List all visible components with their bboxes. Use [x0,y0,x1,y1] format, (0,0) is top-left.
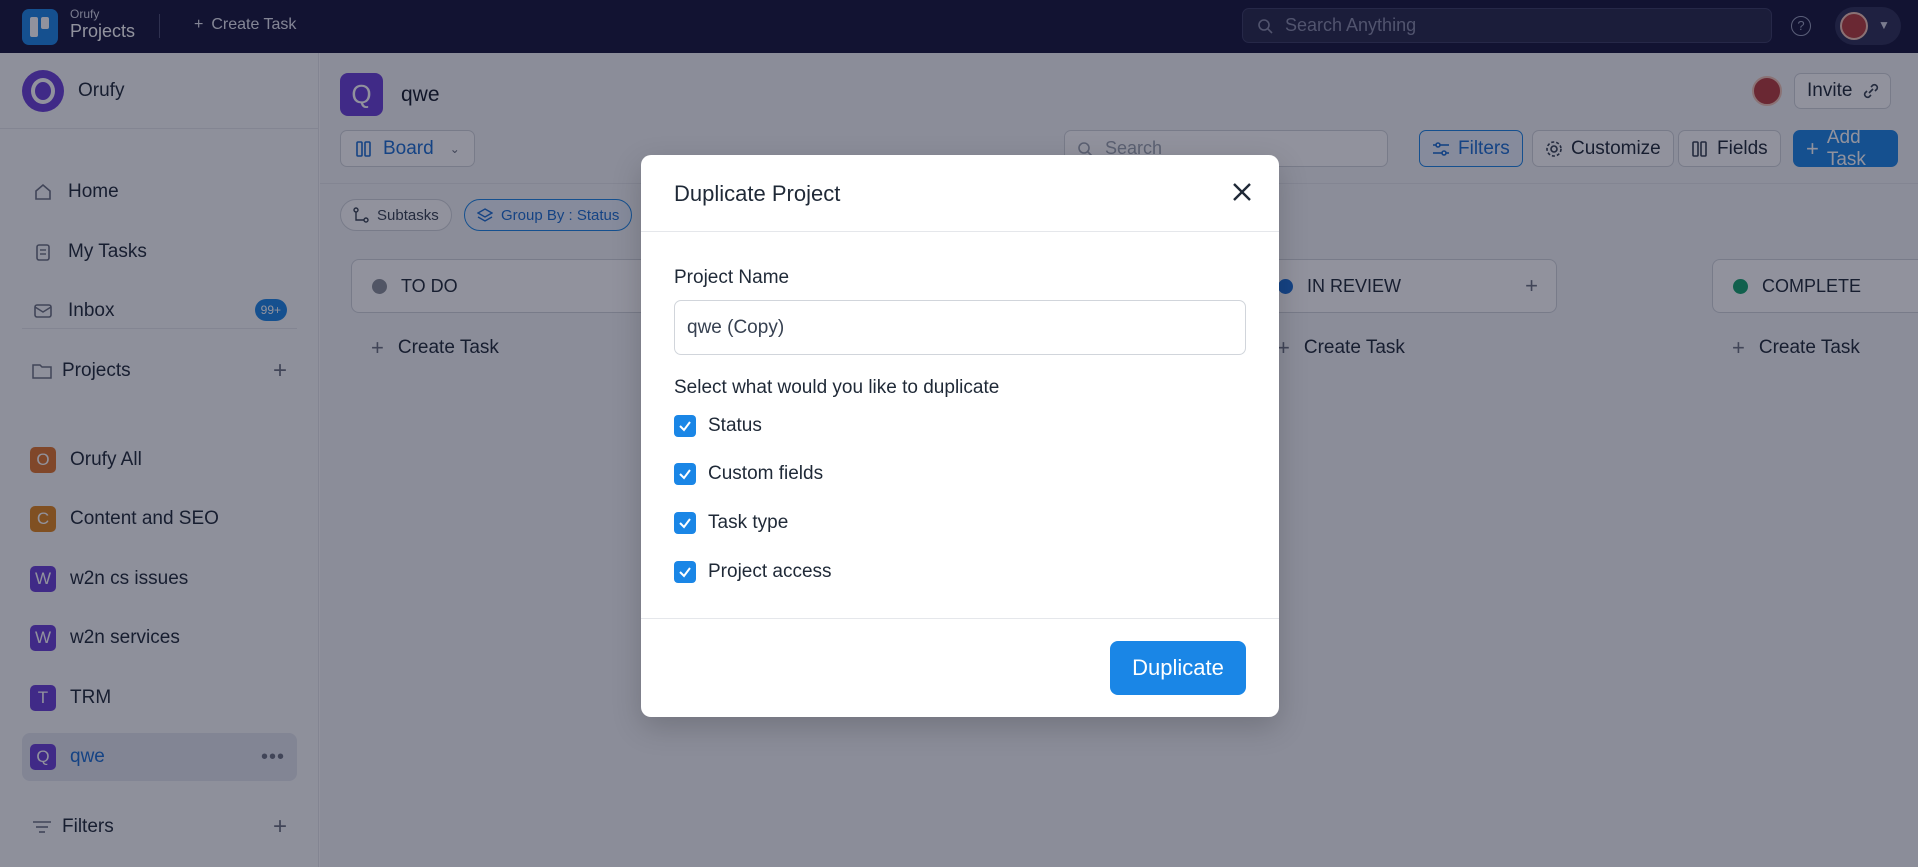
dialog-title: Duplicate Project [674,181,841,206]
duplicate-button[interactable]: Duplicate [1110,641,1246,695]
option-status[interactable]: Status [674,415,762,437]
option-task-type[interactable]: Task type [674,512,788,534]
project-name-input[interactable] [674,300,1246,355]
option-project-access[interactable]: Project access [674,561,832,583]
duplicate-project-dialog: Duplicate Project Project Name Select wh… [641,155,1279,717]
option-label: Custom fields [708,463,824,484]
option-custom-fields[interactable]: Custom fields [674,463,823,485]
checkbox-checked-icon[interactable] [674,561,696,583]
checkbox-checked-icon[interactable] [674,415,696,437]
checkbox-checked-icon[interactable] [674,512,696,534]
option-label: Task type [708,512,789,533]
option-label: Status [708,415,762,436]
divider [641,618,1279,619]
project-name-label: Project Name [674,267,790,288]
divider [641,231,1279,232]
duplicate-options-label: Select what would you like to duplicate [674,377,1000,398]
checkbox-checked-icon[interactable] [674,463,696,485]
option-label: Project access [708,561,832,582]
close-icon[interactable] [1227,177,1257,207]
